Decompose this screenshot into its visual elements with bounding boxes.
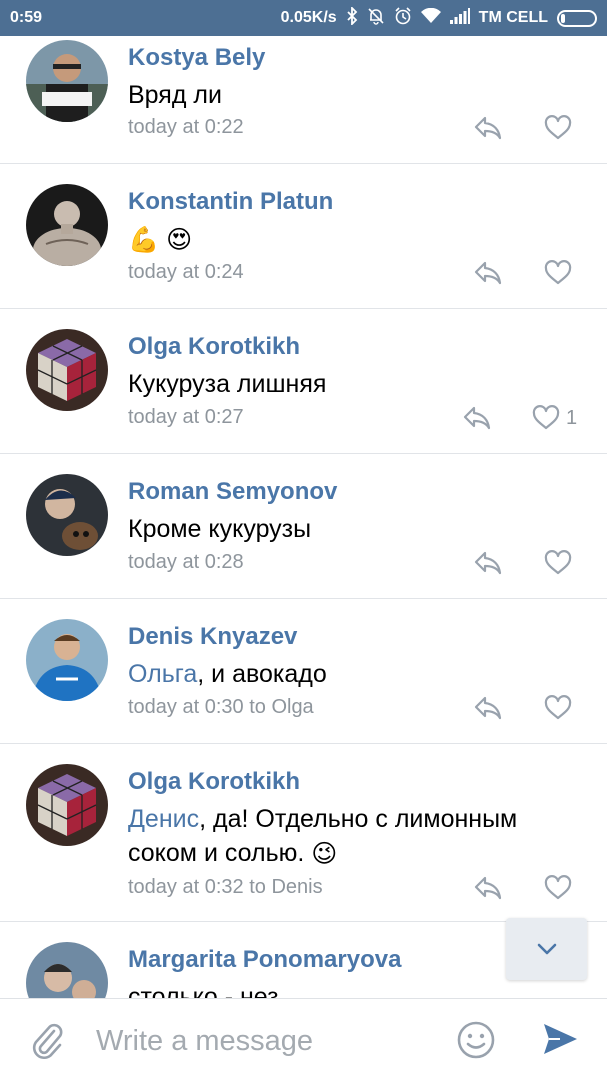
- like-icon[interactable]: [543, 875, 573, 901]
- winking-face-emoji: 😉: [311, 839, 338, 868]
- comment-text: Кукуруза лишняя: [128, 370, 327, 398]
- like-icon[interactable]: [543, 695, 573, 721]
- message-input[interactable]: [96, 1019, 436, 1063]
- comment-text: Кроме кукурузы: [128, 515, 312, 543]
- reply-icon[interactable]: [473, 260, 503, 286]
- status-bar: 0:59 0.05K/s TM CELL: [0, 0, 607, 36]
- comment-text-body: , и авокадо: [197, 660, 327, 688]
- avatar[interactable]: [26, 942, 108, 998]
- avatar[interactable]: [26, 40, 108, 122]
- reply-icon[interactable]: [473, 550, 503, 576]
- message-composer: [0, 998, 607, 1080]
- like-icon[interactable]: [543, 260, 573, 286]
- comment-author[interactable]: Roman Semyonov: [128, 478, 337, 506]
- comment-author[interactable]: Denis Knyazev: [128, 623, 297, 651]
- carrier-name: TM CELL: [478, 9, 548, 26]
- comment-time: today at 0:27: [128, 406, 244, 428]
- avatar[interactable]: [26, 474, 108, 556]
- mute-icon: [367, 7, 385, 29]
- comment-item: Olga Korotkikh Кукуруза лишняя today at …: [0, 309, 607, 454]
- comment-time: today at 0:28: [128, 551, 244, 573]
- heart-eyes-emoji: 😍: [166, 225, 193, 254]
- like-icon[interactable]: [543, 550, 573, 576]
- reply-icon[interactable]: [473, 875, 503, 901]
- attach-icon[interactable]: [30, 1021, 66, 1061]
- avatar[interactable]: [26, 184, 108, 266]
- comment-text: соком и солью. 😉: [128, 836, 337, 870]
- reply-icon[interactable]: [473, 695, 503, 721]
- comment-list[interactable]: Kostya Bely Вряд ли today at 0:22 Konsta…: [0, 36, 607, 998]
- reply-icon[interactable]: [473, 115, 503, 141]
- comment-item: Konstantin Platun 💪 😍 today at 0:24: [0, 164, 607, 309]
- comment-text: Вряд ли: [128, 81, 222, 109]
- comment-item: Roman Semyonov Кроме кукурузы today at 0…: [0, 454, 607, 599]
- comment-text: 💪 😍: [128, 222, 192, 256]
- status-time: 0:59: [10, 9, 43, 26]
- mention-link[interactable]: Денис: [128, 805, 199, 833]
- comment-time: today at 0:24: [128, 261, 244, 283]
- like-icon[interactable]: [543, 115, 573, 141]
- comment-text: Денис, да! Отдельно с лимонным: [128, 802, 517, 836]
- net-speed: 0.05K/s: [280, 9, 337, 26]
- comment-author[interactable]: Olga Korotkikh: [128, 768, 300, 796]
- avatar[interactable]: [26, 329, 108, 411]
- bluetooth-icon: [346, 5, 358, 29]
- flexed-biceps-emoji: 💪: [128, 225, 160, 254]
- mention-link[interactable]: Ольга: [128, 660, 197, 688]
- comment-author[interactable]: Konstantin Platun: [128, 188, 333, 216]
- signal-icon: [449, 8, 470, 28]
- comment-item: Denis Knyazev Ольга, и авокадо today at …: [0, 599, 607, 744]
- comment-text-line2: соком и солью.: [128, 839, 305, 867]
- comment-text: столько - нез: [128, 983, 279, 998]
- comment-time: today at 0:22: [128, 116, 244, 138]
- comment-time: today at 0:30 to Olga: [128, 696, 314, 718]
- comment-text-line1: , да! Отдельно с лимонным: [199, 805, 518, 833]
- comment-author[interactable]: Kostya Bely: [128, 44, 265, 72]
- like-count: 1: [566, 407, 578, 429]
- comment-author[interactable]: Margarita Ponomaryova: [128, 946, 401, 974]
- comment-item: Kostya Bely Вряд ли today at 0:22: [0, 36, 607, 164]
- comment-text: Ольга, и авокадо: [128, 657, 327, 691]
- avatar[interactable]: [26, 764, 108, 846]
- emoji-icon[interactable]: [456, 1020, 496, 1060]
- comment-time: today at 0:32 to Denis: [128, 876, 323, 898]
- reply-icon[interactable]: [462, 405, 492, 431]
- comment-author[interactable]: Olga Korotkikh: [128, 333, 300, 361]
- battery-icon: [557, 9, 597, 27]
- status-indicators: 0.05K/s TM CELL: [280, 5, 597, 29]
- avatar[interactable]: [26, 619, 108, 701]
- like-icon[interactable]: [531, 405, 561, 431]
- chevron-down-icon: [537, 943, 556, 955]
- comment-item: Olga Korotkikh Денис, да! Отдельно с лим…: [0, 744, 607, 922]
- scroll-down-button[interactable]: [506, 918, 587, 980]
- alarm-icon: [394, 7, 412, 29]
- wifi-icon: [420, 7, 441, 28]
- send-icon[interactable]: [540, 1019, 580, 1059]
